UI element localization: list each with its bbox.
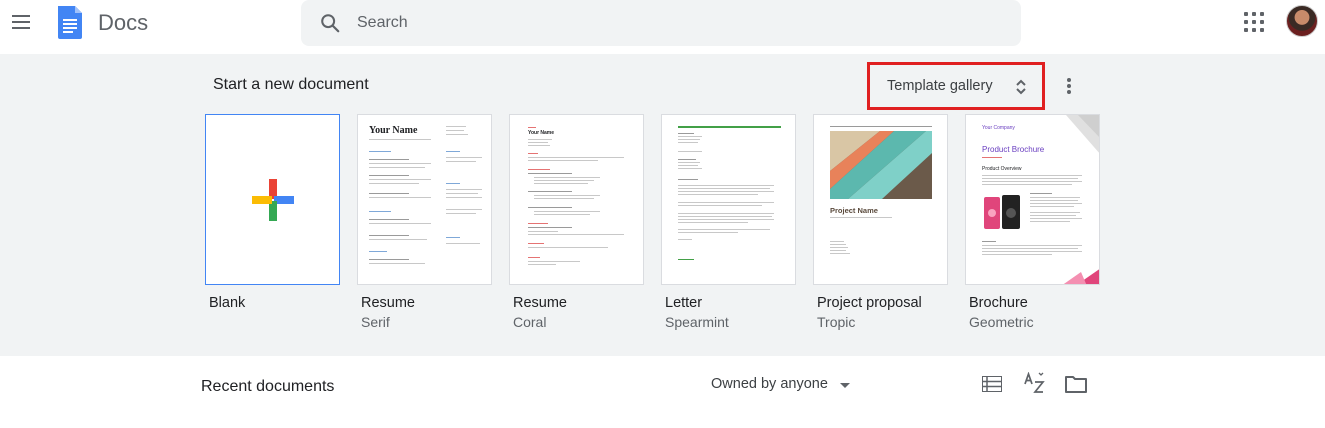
folder-icon[interactable] <box>1065 374 1087 394</box>
template-title: Blank <box>209 295 246 311</box>
list-view-icon[interactable] <box>982 376 1002 392</box>
template-preview-heading: Product Brochure <box>982 145 1045 154</box>
template-preview-heading: Project Name <box>830 206 878 215</box>
template-title: Resume <box>361 295 415 311</box>
app-title[interactable]: Docs <box>98 10 148 36</box>
section-title: Start a new document <box>213 76 369 93</box>
template-subtitle: Geometric <box>969 314 1034 330</box>
template-subtitle: Coral <box>513 314 547 330</box>
sort-az-icon[interactable] <box>1023 372 1045 394</box>
template-gallery-button[interactable]: Template gallery <box>867 62 1045 110</box>
template-subtitle: Serif <box>361 314 390 330</box>
owner-filter-dropdown[interactable]: Owned by anyone <box>711 376 828 392</box>
template-title: Project proposal <box>817 295 922 311</box>
docs-logo-icon[interactable] <box>56 4 84 40</box>
template-card-letter-spearmint[interactable] <box>661 114 796 285</box>
template-gallery-label: Template gallery <box>887 78 993 94</box>
more-options-icon[interactable] <box>1062 76 1076 96</box>
template-card-project-proposal[interactable]: Project Name <box>813 114 948 285</box>
top-bar: Docs <box>0 0 1325 54</box>
dropdown-caret-icon[interactable] <box>840 383 850 388</box>
template-preview-heading: Your Name <box>369 125 418 136</box>
template-preview-heading: Your Name <box>528 130 555 136</box>
search-input[interactable] <box>357 10 957 36</box>
geometric-decoration <box>1066 115 1099 153</box>
template-title: Letter <box>665 295 703 311</box>
template-preview-company: Your Company <box>982 125 1015 131</box>
template-subtitle: Spearmint <box>665 314 729 330</box>
template-subtitle: Tropic <box>817 314 856 330</box>
search-icon[interactable] <box>319 12 341 34</box>
template-preview-section: Product Overview <box>982 166 1022 172</box>
template-card-brochure[interactable]: Your Company Product Brochure Product Ov… <box>965 114 1100 285</box>
template-card-resume-serif[interactable]: Your Name <box>357 114 492 285</box>
recent-documents-title: Recent documents <box>201 378 335 395</box>
template-title: Resume <box>513 295 567 311</box>
google-apps-icon[interactable] <box>1244 12 1264 32</box>
template-preview-image <box>830 131 932 199</box>
template-section: Start a new document Template gallery Bl… <box>0 54 1325 356</box>
search-bar[interactable] <box>301 0 1021 46</box>
template-title: Brochure <box>969 295 1028 311</box>
geometric-decoration <box>1063 269 1099 284</box>
unfold-more-icon <box>1016 79 1026 95</box>
plus-icon <box>252 179 294 221</box>
account-avatar[interactable] <box>1286 5 1318 37</box>
template-card-resume-coral[interactable]: Your Name <box>509 114 644 285</box>
template-card-blank[interactable] <box>205 114 340 285</box>
phone-image <box>984 195 1020 229</box>
main-menu-icon[interactable] <box>9 9 35 35</box>
